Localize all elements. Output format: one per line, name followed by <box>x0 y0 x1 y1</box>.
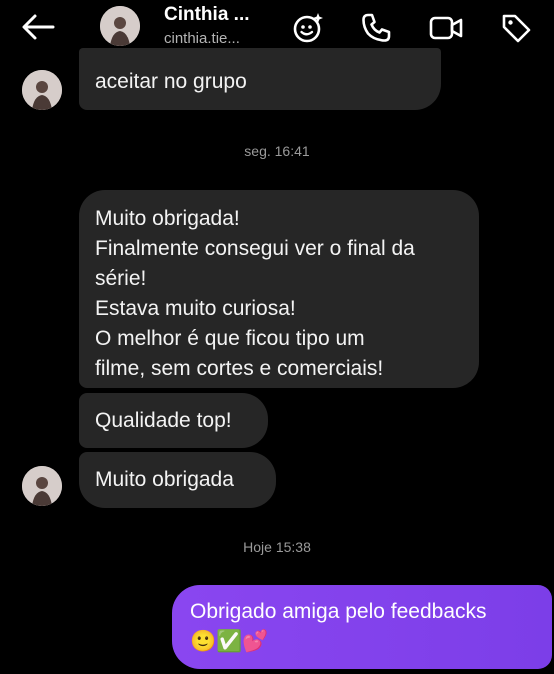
message-text-line: Estava muito curiosa! <box>95 297 296 320</box>
contact-name[interactable]: Cinthia ... <box>164 4 250 26</box>
message-text-line: filme, sem cortes e comerciais! <box>95 357 384 380</box>
sender-avatar[interactable] <box>22 466 62 506</box>
message-text: Muito obrigada <box>95 468 234 491</box>
message-bubble-incoming[interactable]: aceitar no grupo <box>79 48 441 110</box>
avatar-image <box>100 6 140 46</box>
effects-button[interactable] <box>288 8 328 48</box>
timestamp: seg. 16:41 <box>244 143 310 159</box>
message-bubble-incoming[interactable]: Muito obrigada <box>79 452 276 508</box>
back-arrow-icon <box>22 14 55 40</box>
contact-avatar[interactable] <box>100 6 140 46</box>
message-text-line: Muito obrigada! <box>95 207 240 230</box>
phone-icon <box>362 13 391 42</box>
avatar-image <box>22 70 62 110</box>
header-divider <box>0 62 554 66</box>
message-text: aceitar no grupo <box>95 70 247 93</box>
message-bubble-incoming[interactable]: Muito obrigada! Finalmente consegui ver … <box>79 190 479 388</box>
message-text-line: série! <box>95 267 147 290</box>
message-bubble-incoming[interactable]: Qualidade top! <box>79 393 268 448</box>
contact-username[interactable]: cinthia.tie... <box>164 30 240 47</box>
avatar-image <box>22 466 62 506</box>
effects-icon <box>293 13 323 43</box>
timestamp: Hoje 15:38 <box>243 539 311 555</box>
video-call-button[interactable] <box>426 8 466 48</box>
message-bubble-outgoing[interactable]: Obrigado amiga pelo feedbacks 🙂✅💕 <box>172 585 552 669</box>
sender-avatar[interactable] <box>22 70 62 110</box>
tag-button[interactable] <box>496 8 536 48</box>
message-text: Qualidade top! <box>95 409 232 432</box>
message-text-line: Finalmente consegui ver o final da <box>95 237 415 260</box>
message-text-line: Obrigado amiga pelo feedbacks <box>190 600 487 623</box>
back-button[interactable] <box>18 10 58 44</box>
video-camera-icon <box>429 16 463 40</box>
call-button[interactable] <box>356 8 396 48</box>
emoji-line: 🙂✅💕 <box>190 630 269 653</box>
message-text-line: O melhor é que ficou tipo um <box>95 327 365 350</box>
tag-icon <box>502 14 531 43</box>
